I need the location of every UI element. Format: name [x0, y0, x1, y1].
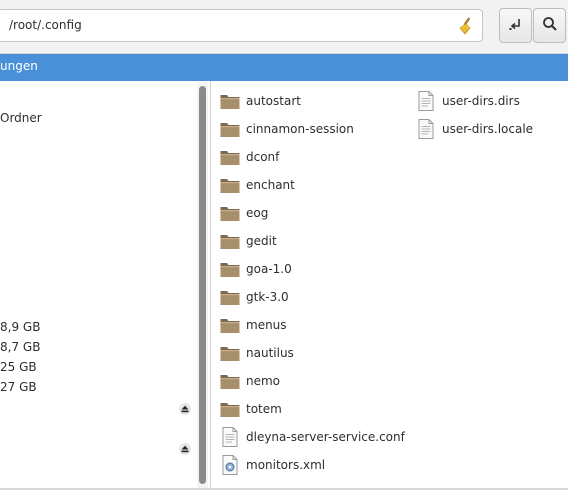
sidebar-scrollbar[interactable] — [197, 82, 208, 488]
file-name: autostart — [246, 94, 301, 108]
folder-icon — [219, 370, 241, 392]
file-name: eog — [246, 206, 269, 220]
file-item[interactable]: user-dirs.dirs — [415, 89, 520, 113]
sidebar-item-folder[interactable]: Ordner — [0, 111, 42, 125]
file-name: nemo — [246, 374, 281, 388]
file-name: user-dirs.locale — [442, 122, 534, 136]
folder-item[interactable]: eog — [219, 201, 268, 225]
xml-file-icon — [219, 454, 241, 476]
sidebar: Ordner 8,9 GB 8,7 GB 25 GB 27 GB — [0, 81, 200, 490]
go-button[interactable] — [499, 8, 532, 43]
folder-icon — [219, 314, 241, 336]
folder-icon — [219, 90, 241, 112]
search-icon — [542, 16, 558, 35]
folder-icon — [219, 398, 241, 420]
location-toolbar: /root/.config — [0, 0, 568, 54]
eject-icon[interactable] — [179, 403, 191, 415]
file-name: monitors.xml — [246, 458, 326, 472]
text-file-icon — [415, 90, 437, 112]
sidebar-item-drive-size[interactable]: 27 GB — [0, 380, 37, 394]
folder-item[interactable]: dconf — [219, 145, 279, 169]
file-name: enchant — [246, 178, 295, 192]
folder-item[interactable]: nemo — [219, 369, 280, 393]
folder-icon — [219, 146, 241, 168]
file-name: gedit — [246, 234, 277, 248]
sidebar-item-drive-size[interactable]: 8,9 GB — [0, 320, 40, 334]
file-name: user-dirs.dirs — [442, 94, 520, 108]
file-view: autostart cinnamon-session dconf enchant eog… — [211, 81, 568, 490]
file-item[interactable]: dleyna-server-service.conf — [219, 425, 405, 449]
folder-icon — [219, 230, 241, 252]
folder-item[interactable]: menus — [219, 313, 287, 337]
folder-item[interactable]: autostart — [219, 89, 301, 113]
file-name: cinnamon-session — [246, 122, 354, 136]
folder-icon — [219, 202, 241, 224]
file-name: dleyna-server-service.conf — [246, 430, 405, 444]
eject-icon[interactable] — [179, 443, 191, 455]
folder-item[interactable]: enchant — [219, 173, 295, 197]
section-header: ungen — [0, 54, 568, 81]
file-item[interactable]: monitors.xml — [219, 453, 325, 477]
folder-item[interactable]: gtk-3.0 — [219, 285, 289, 309]
location-input[interactable]: /root/.config — [0, 9, 483, 42]
scrollbar-thumb[interactable] — [199, 86, 206, 484]
folder-icon — [219, 174, 241, 196]
folder-icon — [219, 118, 241, 140]
folder-icon — [219, 258, 241, 280]
jump-arrow-icon — [508, 16, 524, 35]
sidebar-item-drive-size[interactable]: 25 GB — [0, 360, 37, 374]
search-button[interactable] — [533, 8, 566, 43]
file-name: goa-1.0 — [246, 262, 292, 276]
file-name: nautilus — [246, 346, 294, 360]
folder-item[interactable]: goa-1.0 — [219, 257, 292, 281]
file-name: dconf — [246, 150, 280, 164]
text-file-icon — [415, 118, 437, 140]
folder-item[interactable]: cinnamon-session — [219, 117, 354, 141]
folder-item[interactable]: nautilus — [219, 341, 294, 365]
file-item[interactable]: user-dirs.locale — [415, 117, 533, 141]
folder-icon — [219, 286, 241, 308]
file-name: gtk-3.0 — [246, 290, 289, 304]
file-name: menus — [246, 318, 287, 332]
sidebar-item-drive-size[interactable]: 8,7 GB — [0, 340, 40, 354]
clear-broom-icon[interactable] — [456, 16, 476, 36]
folder-item[interactable]: gedit — [219, 229, 277, 253]
text-file-icon — [219, 426, 241, 448]
file-name: totem — [246, 402, 282, 416]
folder-item[interactable]: totem — [219, 397, 282, 421]
folder-icon — [219, 342, 241, 364]
